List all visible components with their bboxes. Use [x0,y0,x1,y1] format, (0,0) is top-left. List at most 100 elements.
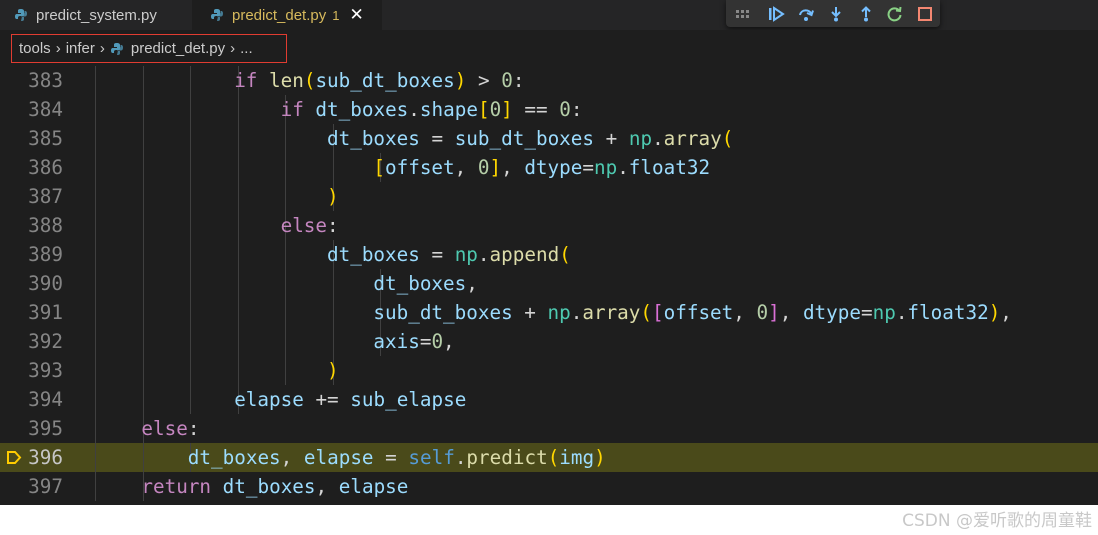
line-number: 391 [28,301,63,324]
code-lines[interactable]: 383 if len(sub_dt_boxes) > 0: 384 if dt_box… [0,66,1098,501]
tab-label: predict_system.py [36,6,157,24]
indent-guide [333,298,334,327]
indent-guide [190,385,191,414]
python-file-icon [110,42,123,55]
indent-guide [238,95,239,124]
indent-guide [190,124,191,153]
indent-guide [238,153,239,182]
code-line[interactable]: 391 sub_dt_boxes + np.array([offset, 0], … [0,298,1098,327]
indent-guide [143,356,144,385]
indent-guide [238,298,239,327]
line-number: 397 [28,475,63,498]
breadcrumb-item-tools[interactable]: tools [19,40,51,57]
indent-guide [95,269,96,298]
indent-guide [333,153,334,182]
indent-guide [143,66,144,95]
indent-guide [190,182,191,211]
indent-guide [190,327,191,356]
code-text: sub_dt_boxes + np.array([offset, 0], dty… [373,301,1012,324]
indent-guide [143,153,144,182]
code-text: return dt_boxes, elapse [141,475,409,498]
indent-guide [190,298,191,327]
breadcrumb-item-symbol[interactable]: ... [240,40,253,57]
indent-guide [285,124,286,153]
indent-guide [190,66,191,95]
chevron-right-icon: › [99,40,105,57]
tab-predict-system[interactable]: predict_system.py [14,0,157,30]
indent-guide [95,443,96,472]
indent-guide [143,385,144,414]
code-line[interactable]: 392 axis=0, [0,327,1098,356]
breadcrumb-item-file[interactable]: predict_det.py [131,40,225,57]
breadcrumb-item-infer[interactable]: infer [66,40,95,57]
step-over-button[interactable] [791,0,821,27]
indent-guide [143,443,144,472]
code-line[interactable]: 386 [offset, 0], dtype=np.float32 [0,153,1098,182]
line-number: 392 [28,330,63,353]
tab-predict-det[interactable]: predict_det.py 1 ✕ [192,0,382,30]
breadcrumb: tools › infer › predict_det.py › ... [11,34,287,63]
close-tab-icon[interactable]: ✕ [349,5,363,25]
code-text: else: [280,214,339,237]
code-line[interactable]: 384 if dt_boxes.shape[0] == 0: [0,95,1098,124]
line-number: 385 [28,127,63,150]
indent-guide [285,356,286,385]
indent-guide [285,269,286,298]
code-text: elapse += sub_elapse [234,388,467,411]
indent-guide [285,240,286,269]
step-out-icon [860,5,871,21]
continue-button[interactable] [761,0,791,27]
indent-guide [238,240,239,269]
indent-guide [143,240,144,269]
indent-guide [95,240,96,269]
step-into-button[interactable] [821,0,851,27]
code-text: if len(sub_dt_boxes) > 0: [234,69,525,92]
indent-guide [190,95,191,124]
watermark: CSDN @爱听歌的周童鞋 [902,511,1092,531]
code-text: dt_boxes, [373,272,478,295]
indent-guide [238,327,239,356]
code-line[interactable]: 385 dt_boxes = sub_dt_boxes + np.array( [0,124,1098,153]
indent-guide [95,153,96,182]
code-line[interactable]: 397 return dt_boxes, elapse [0,472,1098,501]
indent-guide [238,356,239,385]
code-line[interactable]: 395 else: [0,414,1098,443]
code-line[interactable]: 383 if len(sub_dt_boxes) > 0: [0,66,1098,95]
line-number: 386 [28,156,63,179]
code-text: dt_boxes, elapse = self.predict(img) [187,446,606,469]
debug-current-line-arrow-icon[interactable] [6,450,22,465]
code-line[interactable]: 387) [0,182,1098,211]
code-line[interactable]: 389 dt_boxes = np.append( [0,240,1098,269]
code-line[interactable]: 390 dt_boxes, [0,269,1098,298]
restart-button[interactable] [881,0,911,27]
indent-guide [285,327,286,356]
code-text: ) [327,185,339,208]
code-line[interactable]: 396 dt_boxes, elapse = self.predict(img) [0,443,1098,472]
problems-count-badge: 1 [332,7,340,23]
stop-button[interactable] [910,0,940,27]
python-file-icon [15,9,27,21]
code-line[interactable]: 394 elapse += sub_elapse [0,385,1098,414]
indent-guide [190,211,191,240]
line-number: 388 [28,214,63,237]
indent-guide [238,182,239,211]
code-text: if dt_boxes.shape[0] == 0: [280,98,583,121]
code-editor[interactable]: predict_system.py predict_det.py 1 ✕ too… [0,0,1098,505]
indent-guide [333,269,334,298]
drag-handle-icon[interactable] [736,9,749,18]
line-number: 394 [28,388,63,411]
indent-guide [143,298,144,327]
indent-guide [238,211,239,240]
indent-guide [95,298,96,327]
indent-guide [190,356,191,385]
step-out-button[interactable] [851,0,881,27]
code-text: ) [327,359,339,382]
step-over-icon [799,8,815,21]
code-line[interactable]: 393) [0,356,1098,385]
tab-label: predict_det.py [232,6,327,24]
indent-guide [95,124,96,153]
indent-guide [95,356,96,385]
code-text: dt_boxes = sub_dt_boxes + np.array( [327,127,734,150]
code-line[interactable]: 388 else: [0,211,1098,240]
line-number: 390 [28,272,63,295]
